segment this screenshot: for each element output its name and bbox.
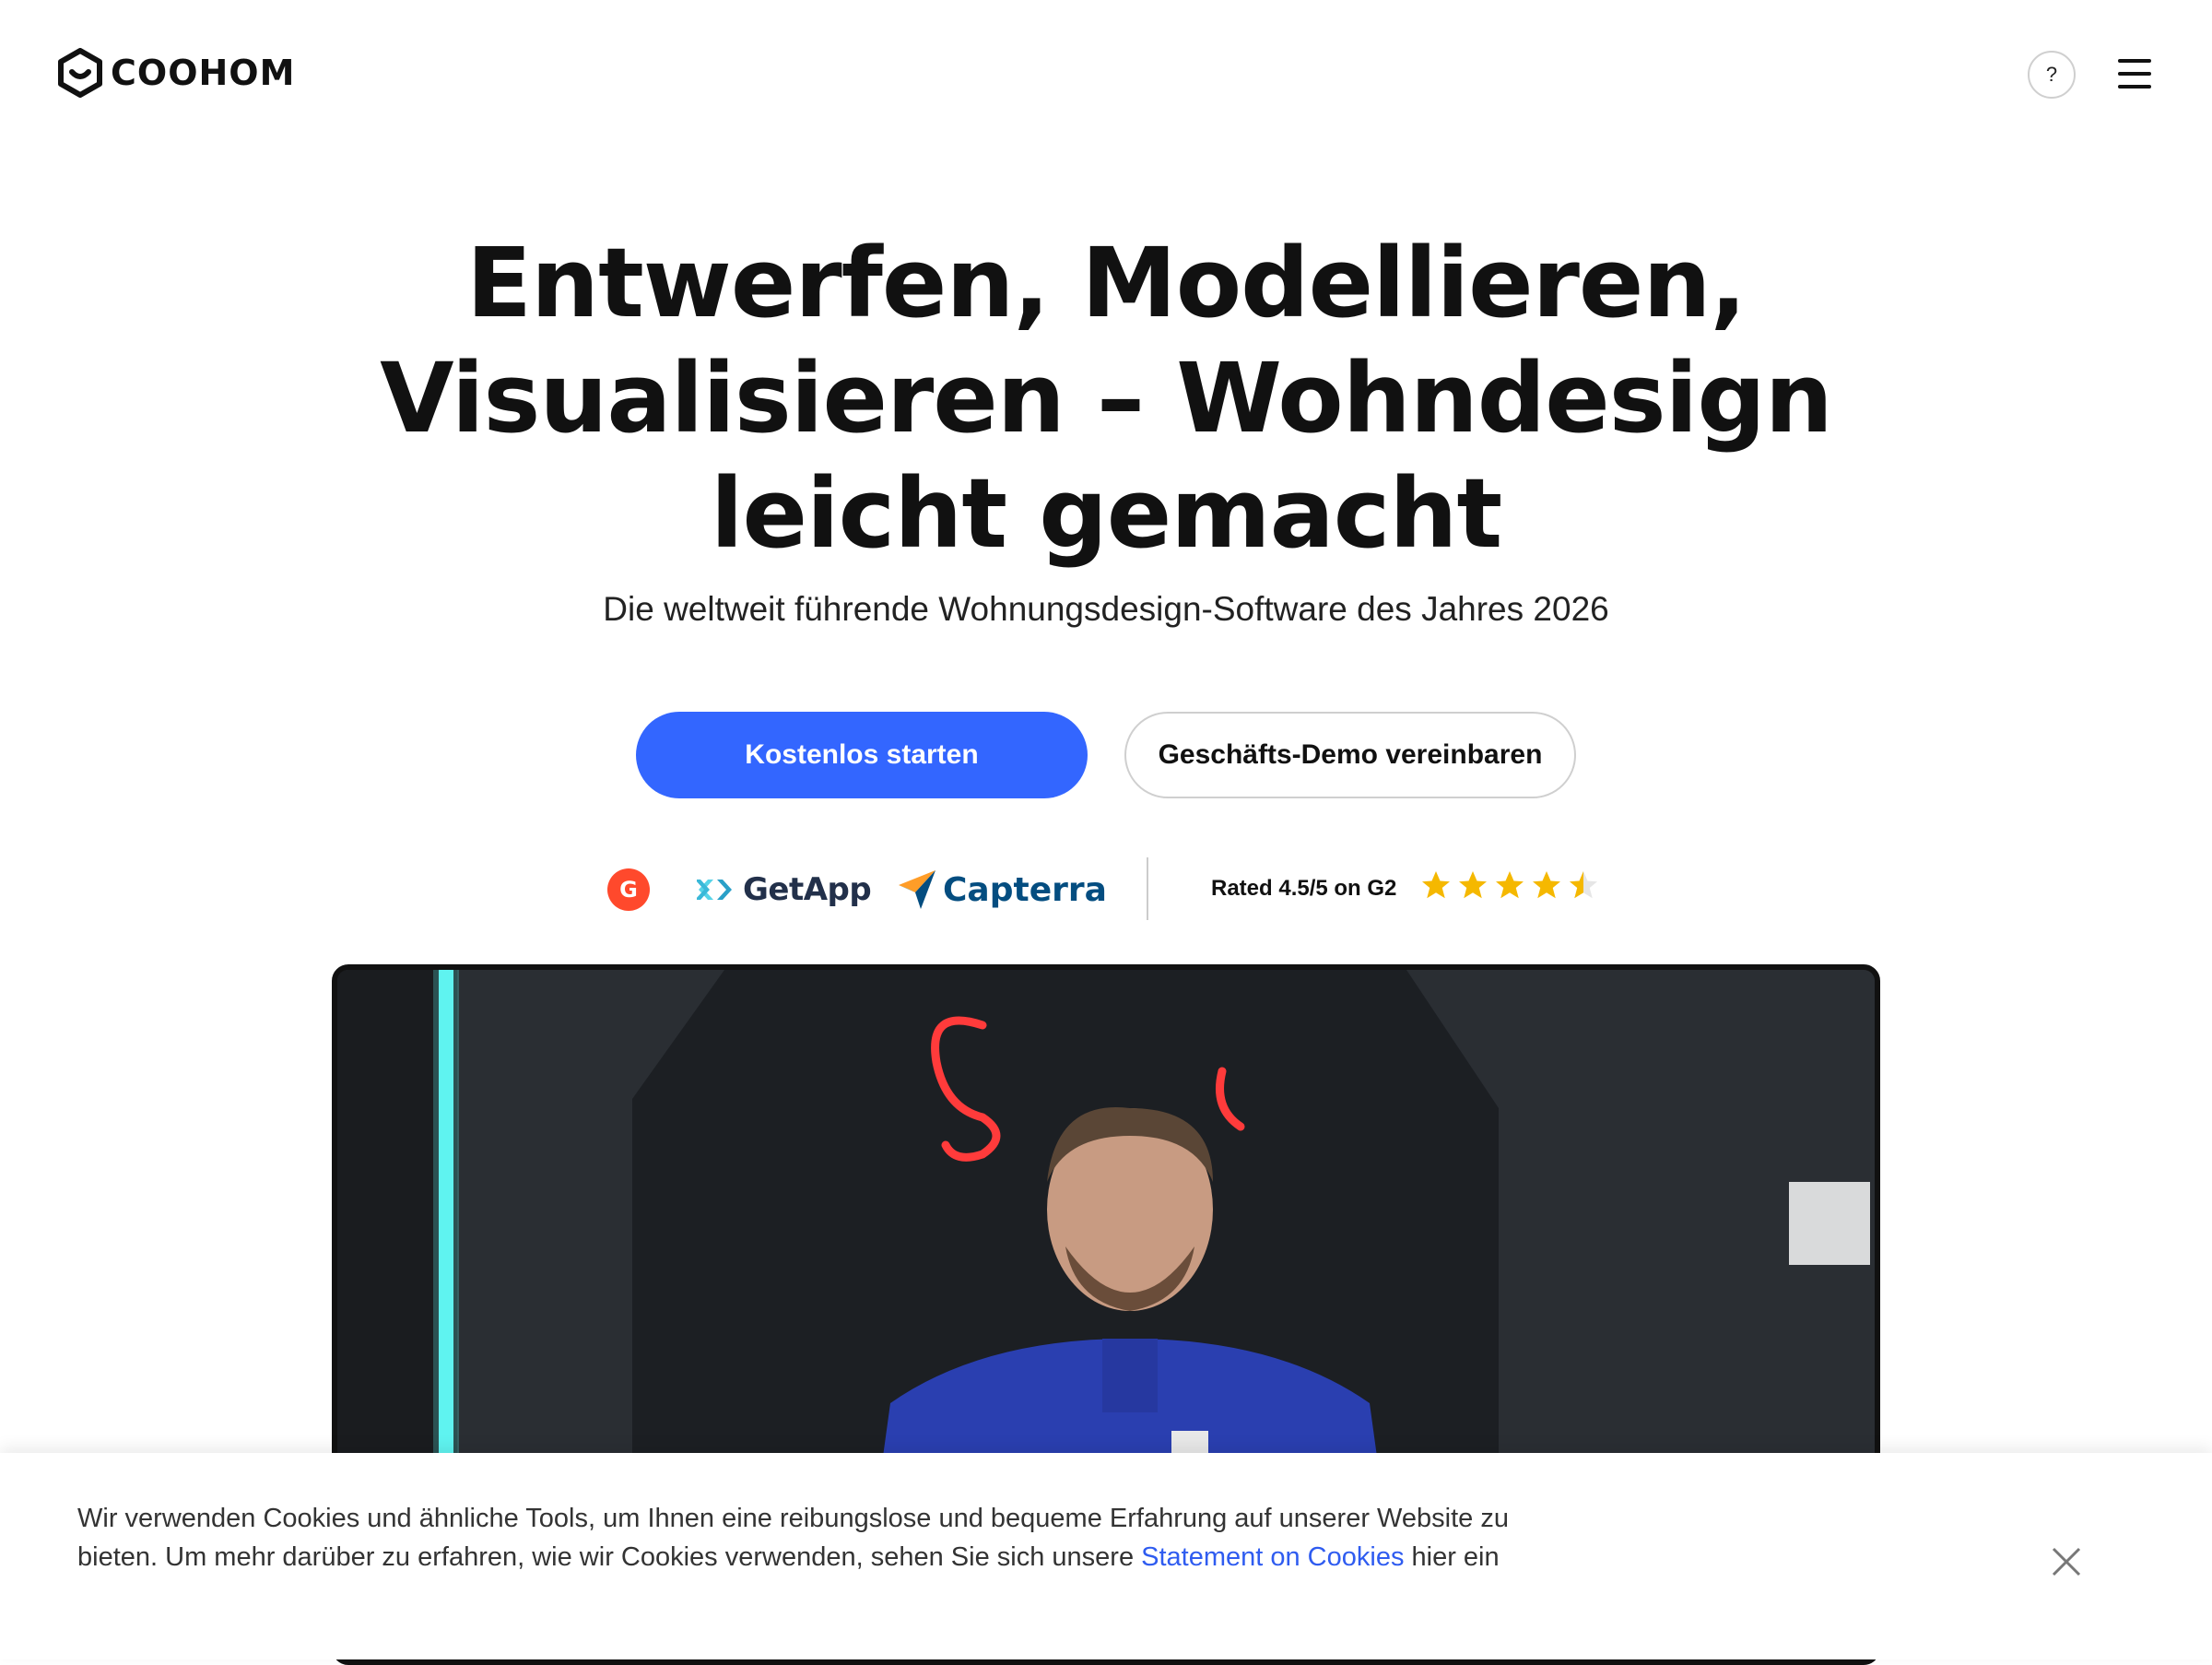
hero-subtitle: Die weltweit führende Wohnungsdesign-Sof… [603, 590, 1609, 628]
capterra-arrow-icon [899, 870, 935, 909]
getapp-label: GetApp [743, 871, 872, 908]
ratings-row: G GetApp Capterra Rated 4.5/5 on G2 [0, 857, 2212, 922]
cookie-text-end: hier ein [1404, 1542, 1500, 1572]
getapp-logo: GetApp [697, 867, 872, 913]
brand-name: COOHOM [111, 53, 296, 93]
help-icon: ? [2045, 63, 2058, 86]
cookie-banner: Wir verwenden Cookies und ähnliche Tools… [0, 1453, 2212, 1659]
start-free-button[interactable]: Kostenlos starten [636, 712, 1088, 798]
star-rating [1419, 868, 1600, 902]
ratings-divider [1147, 857, 1148, 920]
capterra-logo: Capterra [897, 865, 1107, 915]
star-icon [1496, 871, 1524, 899]
help-button[interactable]: ? [2028, 51, 2076, 99]
coohom-logo-icon [58, 48, 102, 98]
star-icon [1533, 871, 1560, 899]
business-demo-button[interactable]: Geschäfts-Demo vereinbaren [1124, 712, 1576, 798]
rating-text: Rated 4.5/5 on G2 [1211, 876, 1397, 901]
star-icon [1459, 871, 1487, 899]
cookie-message: Wir verwenden Cookies und ähnliche Tools… [77, 1499, 1515, 1576]
hero-title: Entwerfen, Modellieren, Visualisieren – … [369, 226, 1843, 572]
hamburger-menu-icon[interactable] [2116, 57, 2153, 90]
close-icon[interactable] [2048, 1543, 2085, 1580]
capterra-label: Capterra [943, 870, 1107, 909]
cookie-statement-link[interactable]: Statement on Cookies [1141, 1542, 1404, 1572]
hero-title-line: Visualisieren – Wohndesign [380, 342, 1833, 455]
hero-title-line: Entwerfen, Modellieren, [465, 227, 1747, 339]
star-icon [1422, 871, 1450, 899]
g2-logo-icon: G [607, 868, 650, 911]
getapp-arrows-icon [697, 880, 732, 900]
half-star-icon [1570, 871, 1597, 899]
brand-logo[interactable]: COOHOM [57, 48, 295, 98]
hero-title-line: leicht gemacht [710, 457, 1502, 570]
site-header: COOHOM ? [0, 0, 2212, 148]
